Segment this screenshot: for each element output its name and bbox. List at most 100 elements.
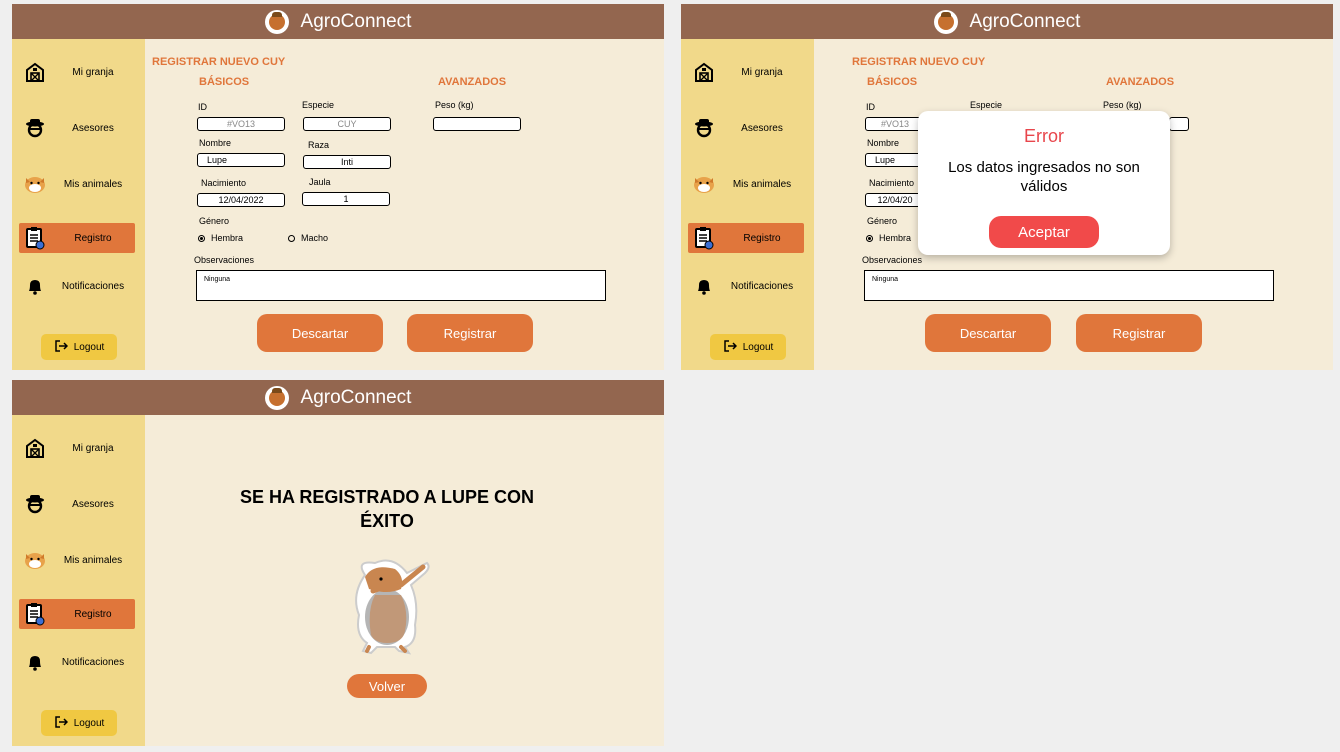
form-title: REGISTRAR NUEVO CUY xyxy=(852,56,986,68)
nacimiento-field[interactable]: 12/04/2022 xyxy=(197,193,285,207)
hamster-icon xyxy=(19,549,51,571)
clipboard-icon xyxy=(19,226,51,250)
register-button[interactable]: Registrar xyxy=(1076,314,1202,352)
nacimiento-field[interactable]: 12/04/20 xyxy=(865,193,925,207)
sidebar-item-label: Mis animales xyxy=(732,178,792,190)
accept-button[interactable]: Aceptar xyxy=(989,216,1099,248)
sidebar-item-mi-granja[interactable]: Mi granja xyxy=(19,57,135,87)
register-form: REGISTRAR NUEVO CUY BÁSICOS AVANZADOS ID… xyxy=(145,39,664,370)
sidebar-item-notificaciones[interactable]: Notificaciones xyxy=(688,271,804,301)
app-header: AgroConnect xyxy=(12,380,664,415)
radio-macho[interactable]: Macho xyxy=(288,233,328,243)
error-screen: AgroConnect Mi granja Asesores Mis anima… xyxy=(681,4,1333,370)
error-modal: Error Los datos ingresados no son válido… xyxy=(918,111,1170,255)
sidebar-item-mi-granja[interactable]: Mi granja xyxy=(19,433,135,463)
sidebar-item-label: Asesores xyxy=(741,122,783,134)
sidebar-item-registro[interactable]: Registro xyxy=(19,223,135,253)
app-header: AgroConnect xyxy=(12,4,664,39)
farmer-icon xyxy=(19,493,51,515)
logout-button[interactable]: Logout xyxy=(710,334,786,360)
discard-button[interactable]: Descartar xyxy=(257,314,383,352)
register-screen: AgroConnect Mi granja Asesores Mis anima… xyxy=(12,4,664,370)
id-field[interactable]: #VO13 xyxy=(197,117,285,131)
logout-button[interactable]: Logout xyxy=(41,710,117,736)
sidebar-item-asesores[interactable]: Asesores xyxy=(19,489,135,519)
sidebar-item-label: Registro xyxy=(74,608,112,620)
register-button[interactable]: Registrar xyxy=(407,314,533,352)
jaula-field[interactable]: 1 xyxy=(302,192,390,206)
nombre-label: Nombre xyxy=(199,138,232,148)
error-message: Los datos ingresados no son válidos xyxy=(948,159,1140,195)
sidebar: Mi granja Asesores Mis animales Registro… xyxy=(681,39,814,370)
nombre-field[interactable]: Lupe xyxy=(197,153,285,167)
success-screen: AgroConnect Mi granja Asesores Mis anima… xyxy=(12,380,664,746)
bell-icon xyxy=(19,653,51,671)
logout-icon xyxy=(54,715,68,732)
sidebar-item-label: Notificaciones xyxy=(730,280,794,292)
sidebar-item-label: Notificaciones xyxy=(61,656,125,668)
logout-button[interactable]: Logout xyxy=(41,334,117,360)
genero-label: Género xyxy=(199,216,230,226)
sidebar-item-asesores[interactable]: Asesores xyxy=(688,113,804,143)
logout-label: Logout xyxy=(73,717,105,729)
dabbing-hamster-illustration xyxy=(345,555,435,660)
sidebar-item-notificaciones[interactable]: Notificaciones xyxy=(19,647,135,677)
logo-icon xyxy=(933,9,958,34)
sidebar-item-asesores[interactable]: Asesores xyxy=(19,113,135,143)
sidebar-item-mis-animales[interactable]: Mis animales xyxy=(19,169,135,199)
farmer-icon xyxy=(19,117,51,139)
radio-hembra[interactable]: Hembra xyxy=(866,233,911,243)
app-header: AgroConnect xyxy=(681,4,1333,39)
especie-field[interactable]: CUY xyxy=(303,117,391,131)
bell-icon xyxy=(688,277,720,295)
sidebar-item-mi-granja[interactable]: Mi granja xyxy=(688,57,804,87)
peso-field[interactable] xyxy=(1169,117,1189,131)
logo-icon xyxy=(264,385,289,410)
radio-dot xyxy=(288,234,295,242)
barn-icon xyxy=(688,61,720,83)
hamster-icon xyxy=(19,173,51,195)
peso-field[interactable] xyxy=(433,117,521,131)
sidebar-item-label: Mi granja xyxy=(72,442,114,454)
nombre-field[interactable]: Lupe xyxy=(865,153,925,167)
observaciones-field[interactable]: Ninguna xyxy=(864,270,1274,301)
sidebar-item-registro[interactable]: Registro xyxy=(19,599,135,629)
id-field[interactable]: #VO13 xyxy=(865,117,925,131)
nombre-label: Nombre xyxy=(867,138,900,148)
id-label: ID xyxy=(198,102,207,112)
sidebar-item-label: Registro xyxy=(74,232,112,244)
sidebar-item-label: Mis animales xyxy=(63,178,123,190)
sidebar-item-mis-animales[interactable]: Mis animales xyxy=(688,169,804,199)
error-title: Error xyxy=(1024,126,1064,146)
barn-icon xyxy=(19,61,51,83)
radio-macho-label: Macho xyxy=(301,233,329,243)
observaciones-field[interactable]: Ninguna xyxy=(196,270,606,301)
sidebar: Mi granja Asesores Mis animales Registro… xyxy=(12,39,145,370)
logout-icon xyxy=(54,339,68,356)
radio-hembra-label: Hembra xyxy=(879,233,912,243)
sidebar-item-label: Mi granja xyxy=(72,66,114,78)
especie-label: Especie xyxy=(970,100,1003,110)
nacimiento-label: Nacimiento xyxy=(201,178,247,188)
logout-icon xyxy=(723,339,737,356)
observaciones-label: Observaciones xyxy=(862,255,923,265)
discard-button[interactable]: Descartar xyxy=(925,314,1051,352)
logo-icon xyxy=(264,9,289,34)
back-button[interactable]: Volver xyxy=(347,674,427,698)
sidebar-item-notificaciones[interactable]: Notificaciones xyxy=(19,271,135,301)
sidebar-item-registro[interactable]: Registro xyxy=(688,223,804,253)
radio-hembra[interactable]: Hembra xyxy=(198,233,243,243)
sidebar-item-label: Notificaciones xyxy=(61,280,125,292)
bell-icon xyxy=(19,277,51,295)
peso-label: Peso (kg) xyxy=(1103,100,1142,110)
observaciones-label: Observaciones xyxy=(194,255,255,265)
raza-field[interactable]: Inti xyxy=(303,155,391,169)
basic-section-title: BÁSICOS xyxy=(867,76,918,88)
raza-label: Raza xyxy=(308,140,330,150)
sidebar-item-mis-animales[interactable]: Mis animales xyxy=(19,545,135,575)
sidebar: Mi granja Asesores Mis animales Registro… xyxy=(12,415,145,746)
sidebar-item-label: Asesores xyxy=(72,122,114,134)
farmer-icon xyxy=(688,117,720,139)
advanced-section-title: AVANZADOS xyxy=(1106,76,1175,88)
logout-label: Logout xyxy=(742,341,774,353)
